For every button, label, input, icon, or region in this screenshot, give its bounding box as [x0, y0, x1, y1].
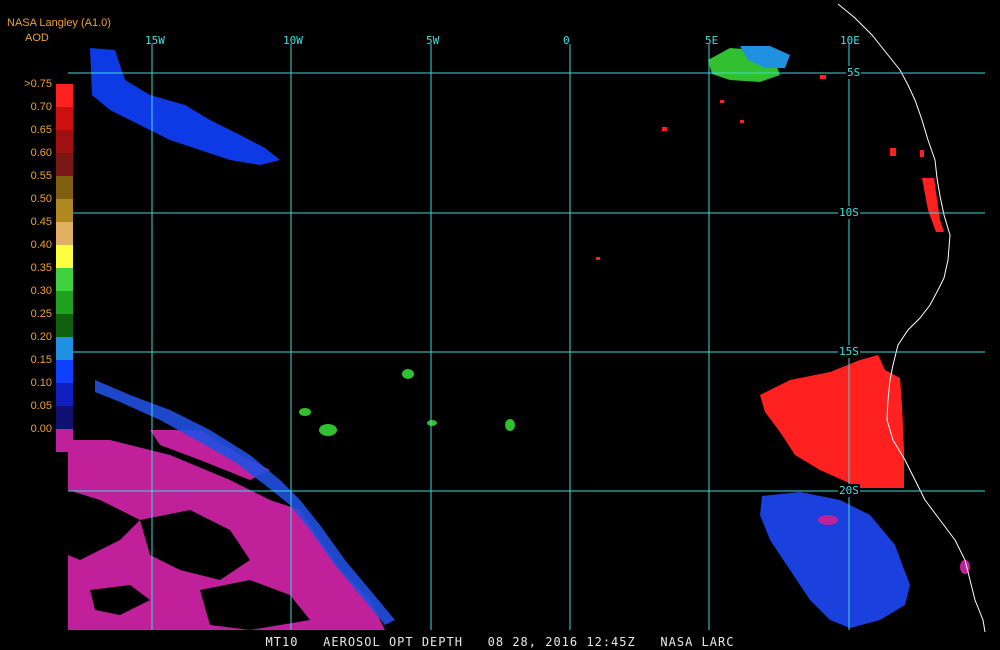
colorbar-swatch	[56, 107, 73, 130]
longitude-label-5e: 5E	[705, 34, 719, 47]
colorbar-swatch	[56, 314, 73, 337]
colorbar-label: 0.30	[30, 285, 52, 297]
colorbar-swatch	[56, 222, 73, 245]
colorbar-swatch	[56, 268, 73, 291]
colorbar-swatch	[56, 291, 73, 314]
colorbar-label: 0.35	[30, 262, 52, 274]
colorbar-label: 0.45	[30, 216, 52, 228]
colorbar-label: 0.00	[30, 423, 52, 435]
colorbar-swatch	[56, 199, 73, 222]
colorbar-swatch	[56, 406, 73, 429]
colorbar-label: 0.50	[30, 193, 52, 205]
colorbar-label: 0.15	[30, 354, 52, 366]
footer-date: 08 28, 2016	[487, 635, 579, 649]
colorbar-label: 0.60	[30, 147, 52, 159]
footer-agency: NASA LARC	[660, 635, 735, 649]
colorbar-label: 0.05	[30, 400, 52, 412]
colorbar-label: 0.20	[30, 331, 52, 343]
latitude-label-20s: 20S	[838, 484, 860, 497]
colorbar-label: >0.75	[24, 78, 52, 90]
latitude-label-15s: 15S	[838, 345, 860, 358]
footer-title: AEROSOL OPT DEPTH	[323, 635, 463, 649]
footer-product: MT10	[265, 635, 299, 649]
colorbar-label: 0.65	[30, 124, 52, 136]
colorbar-swatch	[56, 153, 73, 176]
colorbar-label: 0.10	[30, 377, 52, 389]
units-label: AOD	[25, 32, 49, 44]
footer-time: 12:45Z	[586, 635, 636, 649]
colorbar-swatch	[56, 360, 73, 383]
colorbar-label: 0.70	[30, 101, 52, 113]
colorbar-label: 0.25	[30, 308, 52, 320]
colorbar-swatch	[56, 429, 73, 452]
colorbar-labels: >0.75 0.70 0.65 0.60 0.55 0.50 0.45 0.40…	[0, 78, 52, 446]
aod-map	[0, 0, 1000, 650]
longitude-label-15w: 15W	[145, 34, 165, 47]
colorbar-swatch	[56, 84, 73, 107]
colorbar-swatch	[56, 337, 73, 360]
colorbar-swatch	[56, 176, 73, 199]
colorbar-label: 0.55	[30, 170, 52, 182]
colorbar-swatch	[56, 245, 73, 268]
footer-caption: MT10 AEROSOL OPT DEPTH 08 28, 2016 12:45…	[0, 635, 1000, 649]
longitude-label-5w: 5W	[426, 34, 440, 47]
colorbar-swatch	[56, 383, 73, 406]
latitude-label-10s: 10S	[838, 206, 860, 219]
longitude-label-10e: 10E	[840, 34, 860, 47]
colorbar-swatch	[56, 130, 73, 153]
colorbar-label: 0.40	[30, 239, 52, 251]
colorbar	[56, 84, 73, 452]
latitude-label-5s: 5S	[846, 66, 862, 79]
longitude-label-0: 0	[563, 34, 570, 47]
longitude-label-10w: 10W	[283, 34, 303, 47]
source-label: NASA Langley (A1.0)	[7, 17, 111, 29]
